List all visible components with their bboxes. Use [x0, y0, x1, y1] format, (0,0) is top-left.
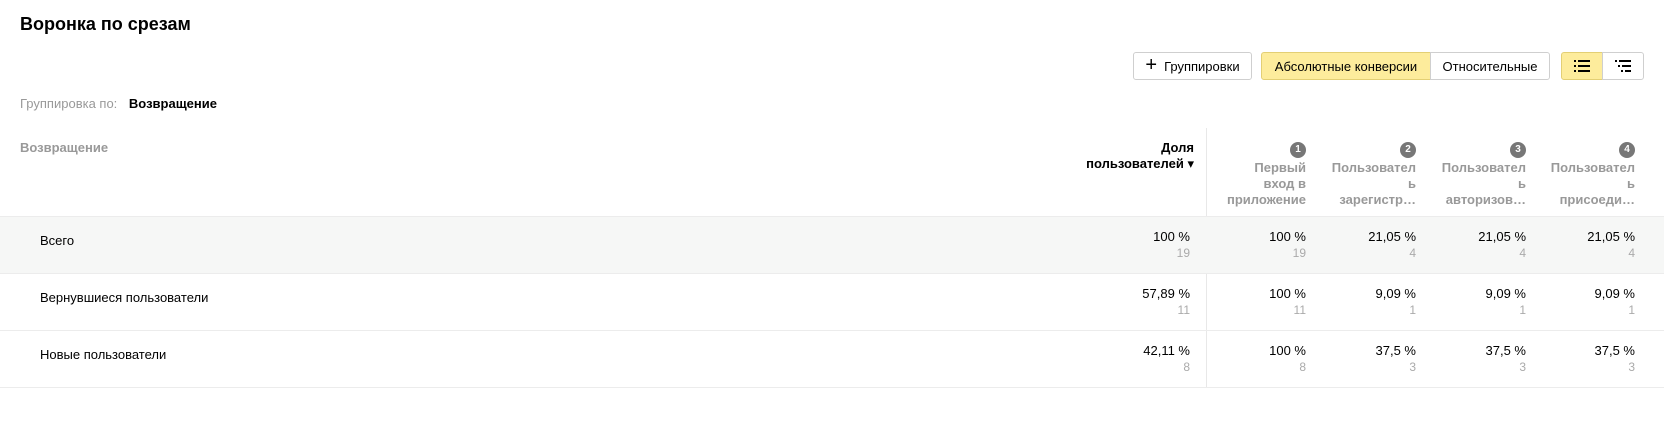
step-number-badge: 4	[1619, 142, 1635, 158]
step-percent: 9,09 %	[1375, 286, 1416, 301]
step-cell: 37,5 % 3	[1535, 343, 1635, 375]
step-cell: 9,09 % 1	[1316, 286, 1416, 318]
step-percent: 21,05 %	[1478, 229, 1526, 244]
row-label: Всего	[40, 233, 75, 248]
tree-view-icon	[1615, 60, 1631, 72]
share-count: 19	[1176, 246, 1190, 260]
share-cell: 57,89 % 11	[1090, 286, 1190, 318]
step-count: 4	[1519, 246, 1526, 260]
share-cell: 100 % 19	[1090, 229, 1190, 261]
step-header-4[interactable]: 4 Пользовател ь присоеди…	[1535, 140, 1635, 208]
grouping-value[interactable]: Возвращение	[129, 96, 217, 111]
step-percent: 9,09 %	[1485, 286, 1526, 301]
step-cell: 9,09 % 1	[1426, 286, 1526, 318]
step-number-badge: 1	[1290, 142, 1306, 158]
step-cell: 100 % 11	[1206, 286, 1306, 318]
plus-icon: +	[1145, 54, 1158, 76]
share-percent: 42,11 %	[1143, 343, 1190, 358]
toolbar-groupings: + Группировки	[1133, 52, 1252, 80]
step-percent: 100 %	[1269, 286, 1306, 301]
step-cell: 100 % 8	[1206, 343, 1306, 375]
step-name: Пользовател ь зарегистр…	[1331, 160, 1416, 207]
page-title: Воронка по срезам	[20, 14, 191, 34]
step-cell: 21,05 % 4	[1316, 229, 1416, 261]
step-count: 4	[1628, 246, 1635, 260]
step-percent: 100 %	[1269, 343, 1306, 358]
absolute-conversions-button[interactable]: Абсолютные конверсии	[1261, 52, 1431, 80]
step-count: 4	[1409, 246, 1416, 260]
row-label: Вернувшиеся пользователи	[40, 290, 209, 305]
step-header-2[interactable]: 2 Пользовател ь зарегистр…	[1316, 140, 1416, 208]
grouping-info: Группировка по: Возвращение	[20, 96, 217, 111]
grouping-label: Группировка по:	[20, 96, 118, 111]
step-cell: 21,05 % 4	[1426, 229, 1526, 261]
table-row-returning[interactable]: Вернувшиеся пользователи 57,89 % 11 100 …	[0, 273, 1664, 330]
relative-conversions-button[interactable]: Относительные	[1430, 52, 1550, 80]
step-percent: 37,5 %	[1485, 343, 1526, 358]
step-count: 3	[1628, 360, 1635, 374]
step-count: 19	[1292, 246, 1306, 260]
row-label: Новые пользователи	[40, 347, 167, 362]
step-count: 3	[1409, 360, 1416, 374]
groupings-button-label: Группировки	[1164, 58, 1240, 74]
table-row-total[interactable]: Всего 100 % 19 100 % 19 21,05 % 4 21,05 …	[0, 216, 1664, 273]
step-number-badge: 3	[1510, 142, 1526, 158]
step-name: Первый вход в приложение	[1227, 160, 1306, 207]
table-row-new[interactable]: Новые пользователи 42,11 % 8 100 % 8 37,…	[0, 330, 1664, 388]
step-percent: 37,5 %	[1375, 343, 1416, 358]
step-percent: 100 %	[1269, 229, 1306, 244]
step-percent: 21,05 %	[1587, 229, 1635, 244]
list-view-button[interactable]	[1561, 52, 1603, 80]
step-header-1[interactable]: 1 Первый вход в приложение	[1206, 140, 1306, 208]
step-cell: 37,5 % 3	[1316, 343, 1416, 375]
share-cell: 42,11 % 8	[1090, 343, 1190, 375]
step-cell: 9,09 % 1	[1535, 286, 1635, 318]
step-count: 1	[1519, 303, 1526, 317]
share-count: 8	[1183, 360, 1190, 374]
step-percent: 9,09 %	[1594, 286, 1635, 301]
step-cell: 100 % 19	[1206, 229, 1306, 261]
groupings-button[interactable]: + Группировки	[1133, 52, 1252, 80]
step-cell: 21,05 % 4	[1535, 229, 1635, 261]
share-percent: 57,89 %	[1142, 286, 1190, 301]
step-name: Пользовател ь авторизов…	[1441, 160, 1526, 207]
list-view-icon	[1574, 60, 1590, 72]
view-mode-toggle	[1561, 52, 1644, 80]
tree-view-button[interactable]	[1602, 52, 1644, 80]
step-cell: 37,5 % 3	[1426, 343, 1526, 375]
step-name: Пользовател ь присоеди…	[1550, 160, 1635, 207]
step-percent: 37,5 %	[1594, 343, 1635, 358]
share-percent: 100 %	[1153, 229, 1190, 244]
step-count: 11	[1293, 303, 1306, 317]
step-number-badge: 2	[1400, 142, 1416, 158]
step-count: 1	[1409, 303, 1416, 317]
step-count: 8	[1299, 360, 1306, 374]
step-header-3[interactable]: 3 Пользовател ь авторизов…	[1426, 140, 1526, 208]
step-percent: 21,05 %	[1368, 229, 1416, 244]
share-count: 11	[1177, 303, 1190, 317]
share-header[interactable]: Доля пользователей ▾	[1074, 140, 1194, 172]
step-count: 3	[1519, 360, 1526, 374]
step-count: 1	[1628, 303, 1635, 317]
conversion-mode-toggle: Абсолютные конверсии Относительные	[1261, 52, 1550, 80]
dimension-header[interactable]: Возвращение	[20, 140, 108, 155]
